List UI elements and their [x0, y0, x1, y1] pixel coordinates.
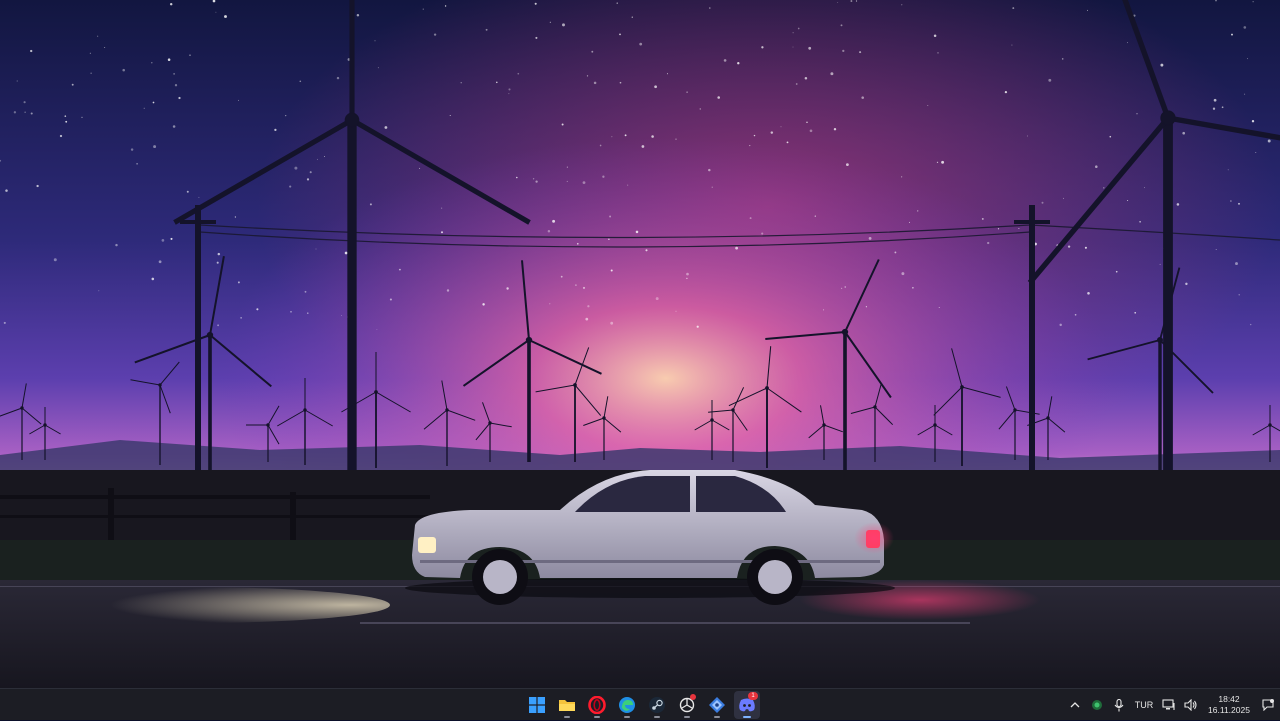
taskbar-opera[interactable]	[584, 691, 610, 719]
taskbar-chatgpt[interactable]	[674, 691, 700, 719]
taskbar-edge[interactable]	[614, 691, 640, 719]
clock-time: 18:42	[1218, 694, 1240, 704]
clock[interactable]: 18:42 16.11.2025	[1202, 694, 1256, 716]
language-indicator[interactable]: TUR	[1130, 691, 1158, 719]
security-icon	[1092, 700, 1102, 710]
diamond-icon	[709, 697, 725, 713]
folder-icon	[559, 700, 575, 711]
steam-icon	[649, 697, 665, 713]
volume-icon	[1184, 699, 1197, 711]
taskbar: 1 TUR 18:42 16.11.2025	[0, 688, 1280, 720]
microphone-icon	[1114, 698, 1124, 711]
clock-date: 16.11.2025	[1208, 705, 1250, 715]
desktop-wallpaper	[0, 0, 1280, 688]
taskbar-pinned-apps: 1	[524, 689, 760, 721]
system-tray: TUR 18:42 16.11.2025	[1064, 689, 1280, 721]
taskbar-app-diamond[interactable]	[704, 691, 730, 719]
taskbar-file-explorer[interactable]	[554, 691, 580, 719]
chevron-up-icon	[1070, 702, 1080, 708]
taskbar-steam[interactable]	[644, 691, 670, 719]
tray-security[interactable]	[1086, 691, 1108, 719]
opera-icon	[588, 696, 606, 714]
edge-icon	[619, 697, 635, 713]
taskbar-discord[interactable]: 1	[734, 691, 760, 719]
tray-network[interactable]	[1158, 691, 1180, 719]
tray-volume[interactable]	[1180, 691, 1202, 719]
discord-badge: 1	[748, 692, 758, 700]
tray-microphone[interactable]	[1108, 691, 1130, 719]
start-button[interactable]	[524, 691, 550, 719]
windows-logo-icon	[529, 697, 545, 713]
notification-icon	[1262, 699, 1274, 711]
notification-dot	[690, 694, 696, 700]
network-icon	[1162, 699, 1175, 710]
show-hidden-icons-button[interactable]	[1064, 691, 1086, 719]
notification-center-button[interactable]	[1256, 691, 1280, 719]
